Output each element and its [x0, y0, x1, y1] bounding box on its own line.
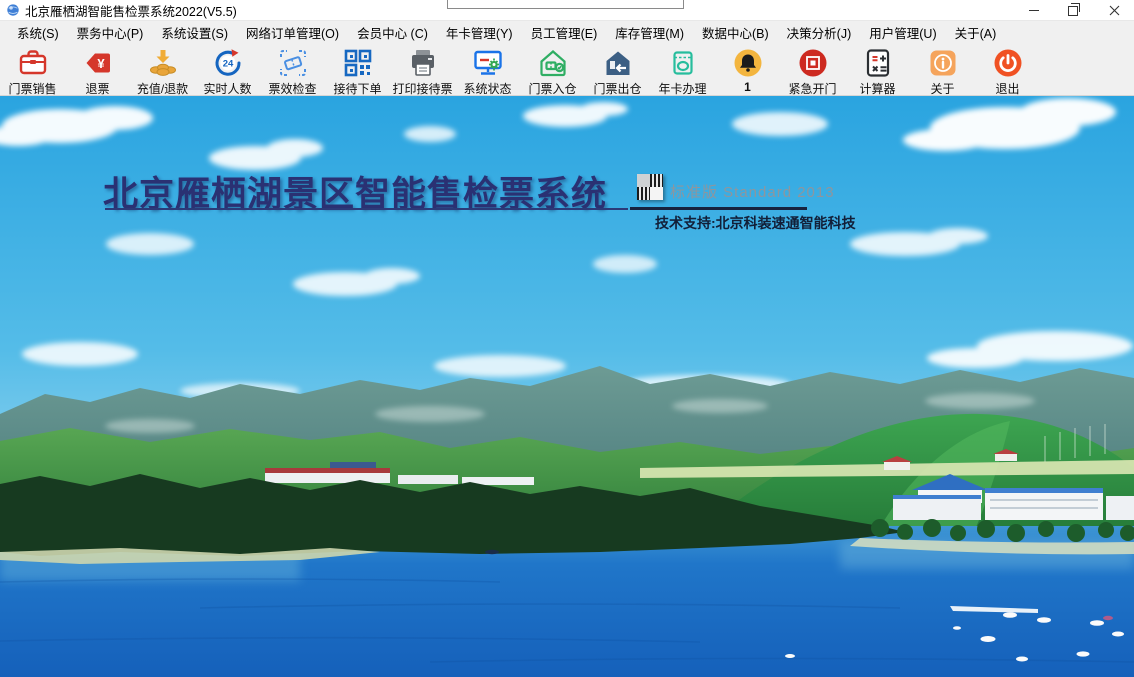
app-window: 北京雁栖湖智能售检票系统2022(V5.5) 系统(S) 票务中心(P) 系统设… — [0, 0, 1134, 677]
toolbar-label: 计算器 — [859, 80, 895, 97]
close-button[interactable] — [1094, 0, 1134, 20]
print-reception-ticket-icon — [407, 46, 439, 79]
ticket-validation-icon — [277, 46, 309, 79]
window-title: 北京雁栖湖智能售检票系统2022(V5.5) — [25, 1, 237, 20]
toolbar-label: 退出 — [995, 80, 1019, 97]
toolbar-label: 紧急开门 — [788, 80, 836, 97]
realtime-visitors-icon: 24 — [212, 46, 244, 79]
menu-item-member-center[interactable]: 会员中心 (C) — [348, 21, 437, 44]
toolbar-label: 关于 — [930, 80, 954, 97]
refund-ticket-icon: ¥ — [82, 46, 114, 79]
svg-text:24: 24 — [222, 58, 233, 69]
app-globe-icon — [6, 3, 20, 17]
menu-item-annual-card-management[interactable]: 年卡管理(Y) — [437, 21, 522, 44]
restore-button[interactable] — [1054, 0, 1094, 20]
exit-icon — [992, 46, 1024, 79]
toolbar-label: 接待下单 — [333, 80, 381, 97]
toolbar-button-calculator[interactable]: 计算器 — [845, 43, 910, 97]
toolbar-label: 系统状态 — [463, 80, 511, 97]
toolbar-button-ticket-sales[interactable]: 门票销售 — [0, 43, 65, 97]
toolbar-button-exit[interactable]: 退出 — [975, 43, 1040, 97]
minimize-button[interactable] — [1014, 0, 1054, 20]
toolbar-label: 票效检查 — [268, 80, 316, 97]
minimize-icon — [1029, 10, 1039, 11]
toolbar-label: 门票出仓 — [593, 80, 641, 97]
title-bar: 北京雁栖湖智能售检票系统2022(V5.5) — [0, 0, 1134, 21]
toolbar: 门票销售 ¥ 退票 充值/退款 24 实时人数 票效检查 — [0, 43, 1134, 96]
toolbar-label: 门票销售 — [8, 80, 56, 97]
svg-text:¥: ¥ — [97, 56, 105, 71]
menu-item-staff-management[interactable]: 员工管理(E) — [522, 21, 607, 44]
close-icon — [1109, 5, 1120, 16]
about-icon — [927, 46, 959, 79]
toolbar-label: 门票入仓 — [528, 80, 576, 97]
annual-card-icon — [667, 46, 699, 79]
ticket-outbound-icon — [602, 46, 634, 79]
edition-label: 标准版 Standard 2013 — [670, 181, 835, 202]
toolbar-label: 实时人数 — [203, 80, 251, 97]
toolbar-button-reception-order[interactable]: 接待下单 — [325, 43, 390, 97]
emergency-open-icon — [797, 46, 829, 79]
toolbar-label: 年卡办理 — [658, 80, 706, 97]
restore-icon — [1068, 6, 1078, 16]
toolbar-label: 退票 — [85, 80, 109, 97]
menu-item-ticket-center[interactable]: 票务中心(P) — [68, 21, 153, 44]
window-controls — [1014, 0, 1134, 20]
edition-underline — [630, 207, 807, 210]
system-status-icon — [472, 46, 504, 79]
toolbar-button-recharge-refund[interactable]: 充值/退款 — [130, 43, 195, 97]
toolbar-button-refund[interactable]: ¥ 退票 — [65, 43, 130, 97]
recharge-refund-icon — [147, 46, 179, 79]
menu-item-decision-analysis[interactable]: 决策分析(J) — [778, 21, 861, 44]
menu-bar: 系统(S) 票务中心(P) 系统设置(S) 网络订单管理(O) 会员中心 (C)… — [0, 21, 1134, 43]
ticket-inbound-icon — [537, 46, 569, 79]
toolbar-button-print-reception-ticket[interactable]: 打印接待票 — [390, 43, 455, 97]
toolbar-button-ticket-inbound[interactable]: 门票入仓 — [520, 43, 585, 97]
reception-order-icon — [342, 46, 374, 79]
toolbar-button-realtime-visitors[interactable]: 24 实时人数 — [195, 43, 260, 97]
menu-item-online-order-management[interactable]: 网络订单管理(O) — [237, 21, 348, 44]
tech-support-label: 技术支持:北京科装速通智能科技 — [655, 213, 856, 233]
toolbar-button-emergency-open[interactable]: 紧急开门 — [780, 43, 845, 97]
background-window-fragment — [447, 0, 684, 9]
menu-item-user-management[interactable]: 用户管理(U) — [860, 21, 945, 44]
toolbar-button-notifications[interactable]: 1 — [715, 43, 780, 94]
menu-item-about[interactable]: 关于(A) — [946, 21, 1006, 44]
toolbar-button-ticket-validation[interactable]: 票效检查 — [260, 43, 325, 97]
menu-item-inventory-management[interactable]: 库存管理(M) — [606, 21, 693, 44]
toolbar-button-system-status[interactable]: 系统状态 — [455, 43, 520, 97]
edition-logo — [637, 174, 663, 200]
toolbar-label: 打印接待票 — [392, 80, 452, 97]
toolbar-button-ticket-outbound[interactable]: 门票出仓 — [585, 43, 650, 97]
menu-item-system-settings[interactable]: 系统设置(S) — [152, 21, 237, 44]
calculator-icon — [862, 46, 894, 79]
ticket-sales-icon — [17, 46, 49, 79]
main-content-area: 北京雁栖湖景区智能售检票系统 标准版 Standard 2013 技术支持:北京… — [0, 96, 1134, 677]
toolbar-button-about[interactable]: 关于 — [910, 43, 975, 97]
menu-item-system[interactable]: 系统(S) — [8, 21, 68, 44]
title-underline — [105, 208, 628, 210]
notification-count: 1 — [744, 80, 751, 94]
toolbar-button-annual-card[interactable]: 年卡办理 — [650, 43, 715, 97]
menu-item-data-center[interactable]: 数据中心(B) — [693, 21, 778, 44]
toolbar-label: 充值/退款 — [137, 80, 188, 97]
notification-bell-icon — [732, 46, 764, 79]
